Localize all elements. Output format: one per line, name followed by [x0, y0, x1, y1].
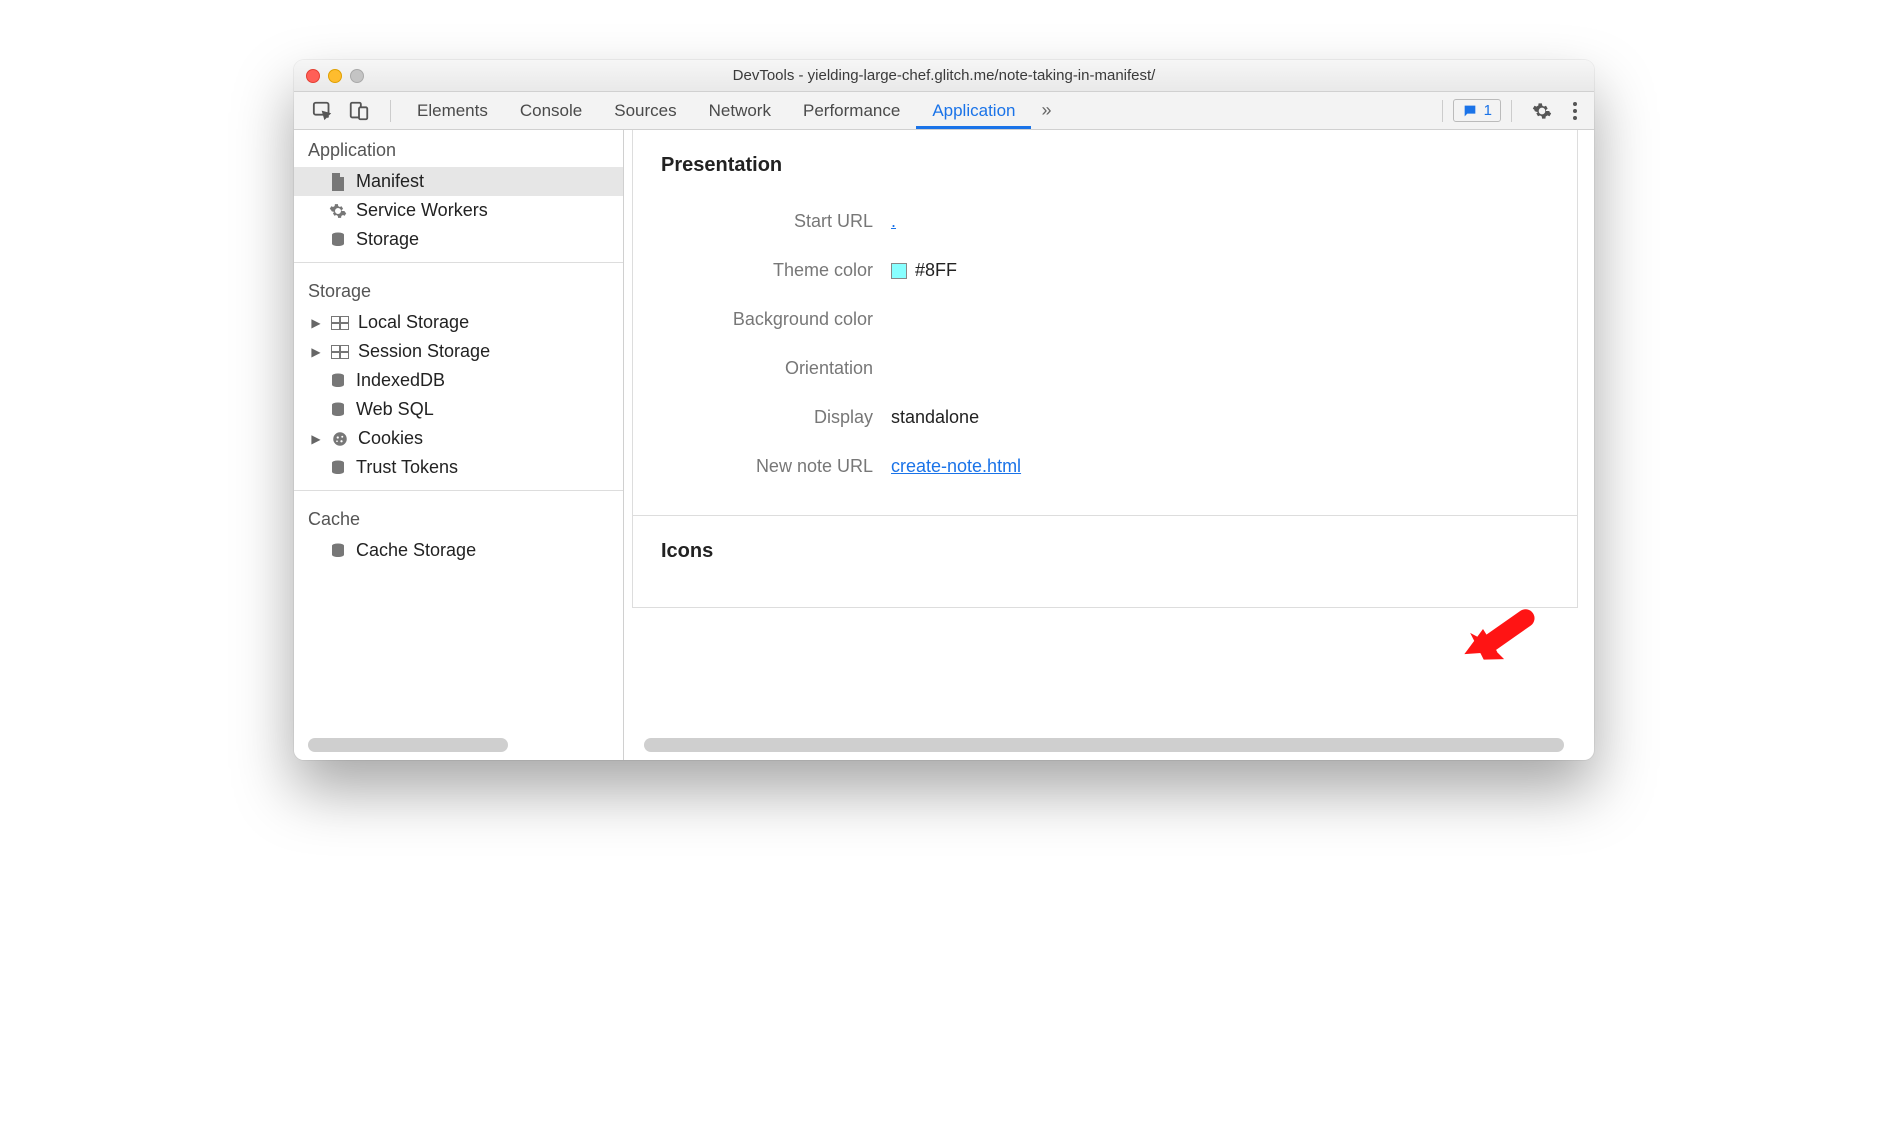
tab-application[interactable]: Application	[916, 92, 1031, 129]
file-icon	[328, 172, 348, 192]
expand-triangle-icon[interactable]: ▶	[310, 316, 322, 330]
sidebar-item-label: Manifest	[356, 171, 424, 192]
tab-network[interactable]: Network	[693, 92, 787, 129]
sidebar-item-indexeddb[interactable]: IndexedDB	[294, 366, 623, 395]
devtools-window: DevTools - yielding-large-chef.glitch.me…	[294, 60, 1594, 760]
value-start-url-link[interactable]: .	[891, 211, 896, 232]
database-icon	[328, 458, 348, 478]
label-theme-color: Theme color	[661, 260, 891, 281]
table-icon	[330, 313, 350, 333]
sidebar-item-session-storage[interactable]: ▶ Session Storage	[294, 337, 623, 366]
sidebar-item-label: Trust Tokens	[356, 457, 458, 478]
divider	[1442, 100, 1443, 122]
label-new-note-url: New note URL	[661, 456, 891, 477]
device-toggle-icon[interactable]	[348, 100, 370, 122]
window-title: DevTools - yielding-large-chef.glitch.me…	[294, 67, 1594, 84]
section-title: Cache	[294, 499, 623, 536]
sidebar-item-label: Storage	[356, 229, 419, 250]
label-background-color: Background color	[661, 309, 891, 330]
divider	[390, 100, 391, 122]
label-display: Display	[661, 407, 891, 428]
tab-sources[interactable]: Sources	[598, 92, 692, 129]
expand-triangle-icon[interactable]: ▶	[310, 432, 322, 446]
annotation-arrow-icon	[1459, 602, 1539, 682]
inspect-element-icon[interactable]	[312, 100, 334, 122]
sidebar-item-label: Local Storage	[358, 312, 469, 333]
value-theme-color: #8FF	[915, 260, 957, 281]
kv-display: Display standalone	[661, 393, 1549, 442]
sidebar-item-label: Web SQL	[356, 399, 434, 420]
sidebar-item-label: Service Workers	[356, 200, 488, 221]
database-icon	[328, 230, 348, 250]
kv-theme-color: Theme color #8FF	[661, 246, 1549, 295]
tab-elements[interactable]: Elements	[401, 92, 504, 129]
kv-start-url: Start URL .	[661, 197, 1549, 246]
sidebar-item-label: Session Storage	[358, 341, 490, 362]
tab-performance[interactable]: Performance	[787, 92, 916, 129]
window-titlebar: DevTools - yielding-large-chef.glitch.me…	[294, 60, 1594, 92]
sidebar-item-label: IndexedDB	[356, 370, 445, 391]
kv-new-note-url: New note URL create-note.html	[661, 442, 1549, 491]
table-icon	[330, 342, 350, 362]
scrollbar-horizontal[interactable]	[308, 738, 508, 752]
maximize-window-button[interactable]	[350, 69, 364, 83]
badge-count: 1	[1484, 102, 1492, 119]
sidebar-item-websql[interactable]: Web SQL	[294, 395, 623, 424]
close-window-button[interactable]	[306, 69, 320, 83]
kv-background-color: Background color	[661, 295, 1549, 344]
section-title: Application	[294, 130, 623, 167]
manifest-panel[interactable]: Presentation Start URL . Theme color #8F…	[624, 130, 1594, 760]
database-icon	[328, 541, 348, 561]
console-issues-badge[interactable]: 1	[1453, 99, 1501, 122]
sidebar-item-cache-storage[interactable]: Cache Storage	[294, 536, 623, 565]
sidebar-item-cookies[interactable]: ▶ Cookies	[294, 424, 623, 453]
tab-console[interactable]: Console	[504, 92, 598, 129]
scrollbar-horizontal[interactable]	[644, 738, 1564, 752]
kv-orientation: Orientation	[661, 344, 1549, 393]
sidebar-item-storage[interactable]: Storage	[294, 225, 623, 254]
sidebar-item-manifest[interactable]: Manifest	[294, 167, 623, 196]
gear-icon	[328, 201, 348, 221]
traffic-lights	[306, 69, 364, 83]
devtools-body: Application Manifest Service Workers Sto…	[294, 130, 1594, 760]
more-tabs-icon[interactable]: »	[1031, 100, 1061, 121]
divider	[294, 262, 623, 263]
database-icon	[328, 371, 348, 391]
expand-triangle-icon[interactable]: ▶	[310, 345, 322, 359]
sidebar-item-local-storage[interactable]: ▶ Local Storage	[294, 308, 623, 337]
minimize-window-button[interactable]	[328, 69, 342, 83]
divider	[1511, 100, 1512, 122]
theme-color-swatch	[891, 263, 907, 279]
more-options-icon[interactable]	[1562, 101, 1588, 121]
section-heading-presentation: Presentation	[661, 154, 1549, 177]
sidebar-item-trust-tokens[interactable]: Trust Tokens	[294, 453, 623, 482]
section-title: Storage	[294, 271, 623, 308]
sidebar-item-label: Cookies	[358, 428, 423, 449]
value-display: standalone	[891, 407, 979, 428]
cookie-icon	[330, 429, 350, 449]
settings-gear-icon[interactable]	[1522, 101, 1562, 121]
application-sidebar[interactable]: Application Manifest Service Workers Sto…	[294, 130, 624, 760]
sidebar-item-service-workers[interactable]: Service Workers	[294, 196, 623, 225]
value-new-note-url-link[interactable]: create-note.html	[891, 456, 1021, 477]
devtools-tabbar: Elements Console Sources Network Perform…	[294, 92, 1594, 130]
label-orientation: Orientation	[661, 358, 891, 379]
section-heading-icons: Icons	[661, 540, 1549, 563]
sidebar-item-label: Cache Storage	[356, 540, 476, 561]
database-icon	[328, 400, 348, 420]
divider	[294, 490, 623, 491]
label-start-url: Start URL	[661, 211, 891, 232]
